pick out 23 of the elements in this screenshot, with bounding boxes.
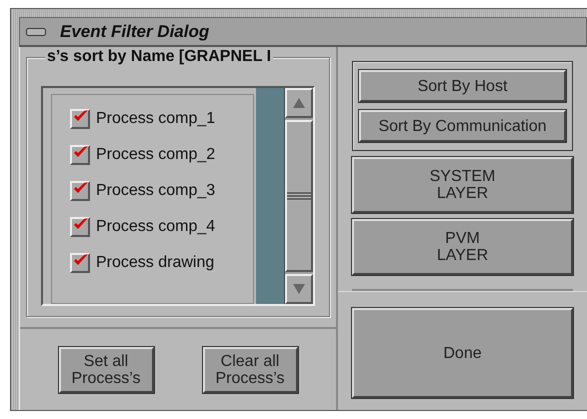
action-button[interactable]: Clear all Process’s (202, 346, 298, 392)
layer-button[interactable]: SYSTEM LAYER (352, 157, 573, 213)
item-label[interactable]: Process comp_4 (96, 218, 216, 236)
window-menu-icon[interactable] (26, 28, 46, 36)
checkbox[interactable] (70, 181, 90, 201)
sort-button[interactable]: Sort By Communication (359, 110, 566, 142)
scroll-thumb[interactable] (285, 120, 313, 272)
checkbox[interactable] (70, 109, 90, 129)
action-button[interactable]: Set all Process’s (58, 346, 154, 392)
scrollbar[interactable] (284, 88, 313, 304)
group-title: s’s sort by Name [GRAPNEL I (45, 48, 274, 66)
sort-button[interactable]: Sort By Host (359, 70, 566, 102)
window-title: Event Filter Dialog (60, 22, 210, 42)
layer-button[interactable]: PVM LAYER (352, 219, 573, 275)
item-label[interactable]: Process drawing (96, 254, 214, 272)
item-label[interactable]: Process comp_1 (96, 110, 216, 128)
checkbox[interactable] (70, 253, 90, 273)
checkbox[interactable] (70, 217, 90, 237)
done-button[interactable]: Done (352, 308, 573, 398)
grip-icon (287, 192, 311, 200)
checkbox[interactable] (70, 145, 90, 165)
item-label[interactable]: Process comp_3 (96, 182, 216, 200)
item-label[interactable]: Process comp_2 (96, 146, 216, 164)
